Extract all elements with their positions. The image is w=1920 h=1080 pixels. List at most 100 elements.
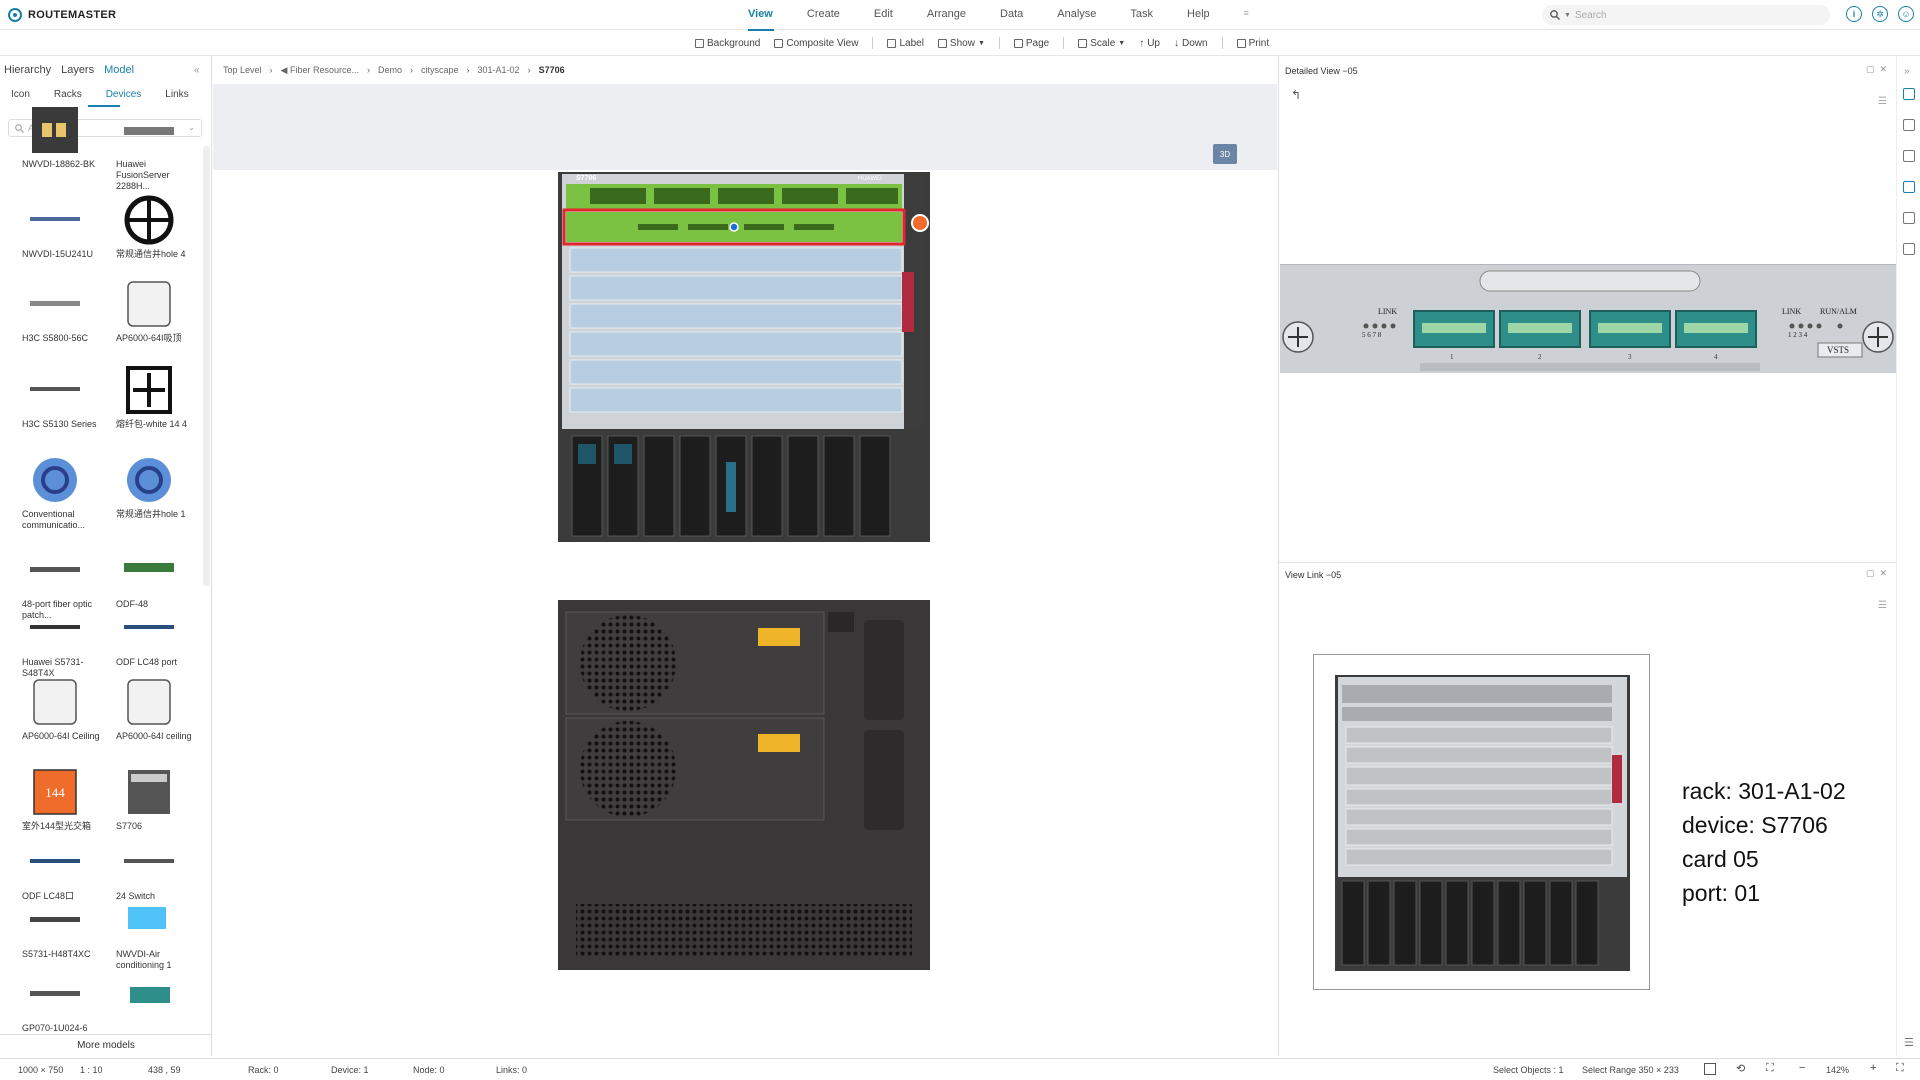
more-models-button[interactable]: More models [0, 1034, 212, 1056]
info-icon[interactable]: i [1846, 6, 1862, 22]
zoom-in-icon[interactable]: + [1870, 1062, 1876, 1074]
expand-panel-icon[interactable]: » [1904, 66, 1910, 77]
monitor-tool-icon[interactable] [1903, 243, 1915, 255]
user-icon[interactable]: ☺ [1898, 6, 1914, 22]
fullscreen-icon[interactable]: ⛶ [1896, 1062, 1904, 1075]
device-front-view[interactable]: S7706 HUAWEI [558, 172, 930, 542]
model-item[interactable]: NWVDI-18862-BK [22, 104, 102, 170]
menu-data[interactable]: Data [1000, 8, 1023, 20]
model-item[interactable]: S7706 [116, 766, 196, 832]
link-indicator-icon[interactable] [911, 214, 929, 232]
tab-hierarchy[interactable]: Hierarchy [4, 64, 51, 76]
breadcrumb-item[interactable]: Top Level [223, 65, 262, 76]
model-item[interactable]: ODF LC48口 [22, 836, 102, 902]
device-rear-view[interactable] [558, 600, 930, 970]
search-box[interactable]: ▼ Search [1542, 5, 1830, 25]
model-item[interactable]: 熔纤包-white 14 4 [116, 364, 196, 430]
model-item[interactable] [116, 968, 196, 1023]
breadcrumb: Top Level› ◀ Fiber Resource...› Demo› ci… [223, 65, 565, 76]
model-item[interactable]: H3C S5130 Series [22, 364, 102, 430]
model-item[interactable]: 144室外144型光交箱 [22, 766, 102, 832]
model-item[interactable]: Huawei FusionServer 2288H... [116, 104, 196, 192]
zoom-out-icon[interactable]: − [1799, 1062, 1805, 1074]
fit-view-icon[interactable]: ⛶ [1766, 1062, 1774, 1075]
maximize-icon[interactable]: ▢ [1866, 64, 1875, 74]
model-item[interactable]: H3C S5800-56C [22, 278, 102, 344]
model-item[interactable]: AP6000-64I吸顶 [116, 278, 196, 344]
model-thumbnail [116, 544, 182, 596]
menu-edit[interactable]: Edit [874, 8, 893, 20]
model-thumbnail [22, 602, 88, 654]
subtab-links[interactable]: Links [165, 89, 188, 100]
3d-view-button[interactable]: 3D [1213, 144, 1237, 164]
settings-icon[interactable]: ✲ [1872, 6, 1888, 22]
page-button[interactable]: Page [1014, 37, 1049, 49]
breadcrumb-item[interactable]: ◀ Fiber Resource... [281, 65, 359, 76]
panel-divider[interactable] [1279, 562, 1896, 563]
back-arrow-icon[interactable]: ↰ [1291, 88, 1301, 102]
menu-view[interactable]: View [748, 8, 773, 20]
selected-port-marker[interactable] [730, 223, 738, 231]
model-item[interactable]: AP6000-64I ceiling [116, 676, 196, 742]
reset-view-icon[interactable]: ⟲ [1736, 1062, 1745, 1075]
label-button[interactable]: Label [887, 37, 923, 49]
search-input[interactable]: Search [1575, 10, 1607, 21]
breadcrumb-item[interactable]: 301-A1-02 [478, 65, 520, 76]
tab-model[interactable]: Model [104, 64, 134, 76]
model-item[interactable]: NWVDI-15U241U [22, 194, 102, 260]
down-button[interactable]: ↓Down [1174, 37, 1208, 49]
model-item[interactable]: Huawei S5731-S48T4X [22, 602, 102, 679]
pointer-mode-icon[interactable] [1704, 1063, 1716, 1075]
maximize-icon[interactable]: ▢ [1866, 568, 1875, 578]
properties-tool-icon[interactable] [1903, 119, 1915, 131]
view-link-tool-icon[interactable] [1903, 181, 1915, 193]
list-settings-icon[interactable]: ☰ [1878, 96, 1887, 107]
model-item[interactable]: 24 Switch [116, 836, 196, 902]
model-list-scrollbar[interactable] [203, 146, 210, 586]
subtab-icon[interactable]: Icon [11, 89, 30, 100]
app-logo[interactable]: ROUTEMASTER [8, 8, 116, 22]
menu-create[interactable]: Create [807, 8, 840, 20]
menu-help[interactable]: Help [1187, 8, 1210, 20]
menu-icon[interactable]: ☰ [1904, 1036, 1914, 1049]
model-item[interactable]: 常规通信井hole 1 [116, 454, 196, 520]
show-dropdown-icon: ▼ [978, 40, 985, 47]
info-card: card 05 [1682, 842, 1846, 876]
close-icon[interactable]: ✕ [1879, 64, 1887, 74]
model-label: NWVDI-18862-BK [22, 159, 102, 170]
model-item[interactable]: ODF-48 [116, 544, 196, 610]
composite-view-button[interactable]: Composite View [774, 37, 858, 49]
show-button[interactable]: Show▼ [938, 37, 985, 49]
collapse-panel-icon[interactable]: « [194, 65, 200, 76]
status-zoom-level[interactable]: 142% [1826, 1065, 1849, 1075]
list-settings-icon[interactable]: ☰ [1878, 600, 1887, 611]
model-item[interactable]: Conventional communicatio... [22, 454, 102, 531]
model-item[interactable]: 常规通信井hole 4 [116, 194, 196, 260]
model-item[interactable]: S5731-H48T4XC [22, 894, 102, 960]
model-item[interactable]: AP6000-64I Ceiling [22, 676, 102, 742]
subtab-devices[interactable]: Devices [106, 89, 142, 100]
background-button[interactable]: Background [695, 37, 760, 49]
breadcrumb-item[interactable]: cityscape [421, 65, 459, 76]
print-button[interactable]: Print [1237, 37, 1270, 49]
model-item[interactable]: ODF LC48 port [116, 602, 196, 668]
app-name: ROUTEMASTER [28, 9, 116, 21]
menu-task[interactable]: Task [1130, 8, 1153, 20]
up-button[interactable]: ↑Up [1139, 37, 1160, 49]
scale-button[interactable]: Scale▼ [1078, 37, 1125, 49]
menu-analyse[interactable]: Analyse [1057, 8, 1096, 20]
view-link-thumbnail[interactable] [1313, 654, 1650, 990]
list-tool-icon[interactable] [1903, 212, 1915, 224]
tab-layers[interactable]: Layers [61, 64, 94, 76]
model-item[interactable]: GP070-1U024-6 [22, 968, 102, 1034]
breadcrumb-item[interactable]: Demo [378, 65, 402, 76]
card-detail-view[interactable]: LINK 5 6 7 8 LINK 1 2 3 4 RUN/ALM VSTS 1… [1280, 264, 1896, 372]
subtab-racks[interactable]: Racks [54, 89, 82, 100]
detailed-view-tool-icon[interactable] [1903, 88, 1915, 100]
menu-arrange[interactable]: Arrange [927, 8, 966, 20]
model-item[interactable]: NWVDI-Air conditioning 1 [116, 894, 196, 971]
menu-collapse-icon[interactable]: ≡ [1244, 8, 1249, 20]
tools-icon[interactable] [1903, 150, 1915, 162]
close-icon[interactable]: ✕ [1879, 568, 1887, 578]
search-dropdown-icon[interactable]: ▼ [1564, 12, 1571, 19]
